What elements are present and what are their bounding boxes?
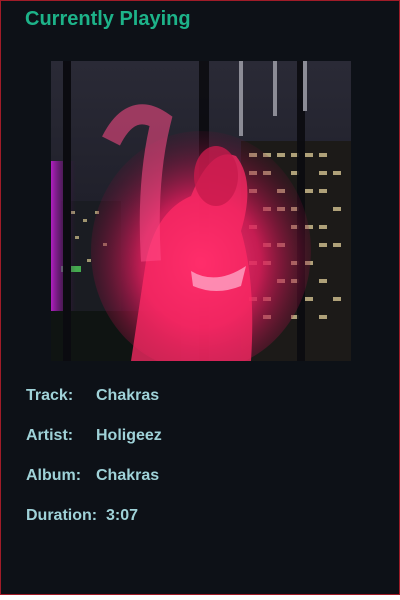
album-label: Album: — [26, 467, 82, 484]
album-cover-image — [51, 61, 351, 361]
track-row: Track: Chakras — [26, 387, 159, 405]
album-value: Chakras — [96, 467, 160, 484]
duration-label: Duration: — [26, 507, 98, 524]
artist-value: Holigeez — [96, 427, 162, 444]
track-value: Chakras — [96, 387, 160, 404]
now-playing-card: Currently Playing Track: Chakras Artist:… — [0, 0, 400, 595]
duration-row: Duration: 3:07 — [26, 507, 138, 525]
album-row: Album: Chakras — [26, 467, 159, 485]
artist-row: Artist: Holigeez — [26, 427, 162, 445]
page-title: Currently Playing — [25, 8, 191, 30]
track-label: Track: — [26, 387, 74, 404]
duration-value: 3:07 — [106, 507, 139, 524]
artist-label: Artist: — [26, 427, 74, 444]
